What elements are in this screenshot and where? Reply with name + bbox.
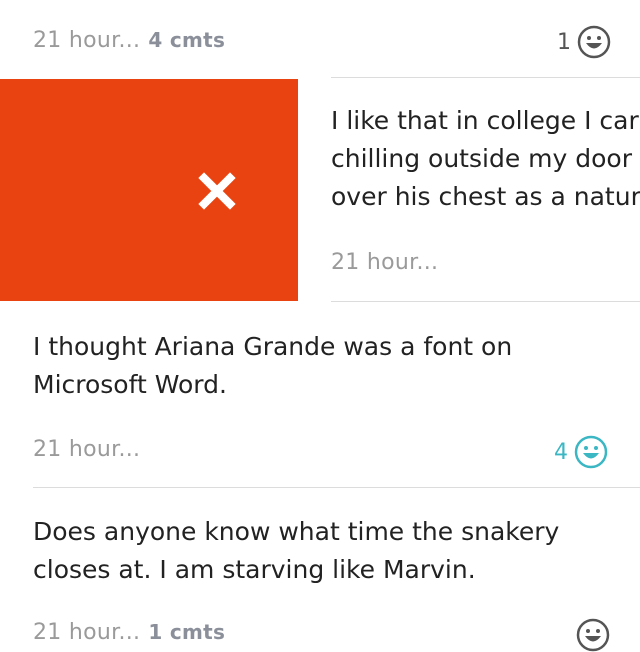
divider <box>331 301 640 302</box>
divider <box>33 487 640 488</box>
vote-button[interactable]: 1 <box>557 25 611 59</box>
vote-count: 1 <box>557 29 571 55</box>
post-line: Microsoft Word. <box>33 370 227 399</box>
post-body[interactable]: I thought Ariana Grande was a font on Mi… <box>33 328 633 404</box>
delete-swipe-panel[interactable] <box>0 79 298 301</box>
comment-count[interactable]: 1 cmts <box>148 620 225 644</box>
vote-button[interactable]: 4 <box>554 435 608 469</box>
post-time: 21 hour... <box>33 620 141 645</box>
post-line: over his chest as a natura <box>331 182 640 211</box>
post-line: closes at. I am starving like Marvin. <box>33 555 476 584</box>
comment-count[interactable]: 4 cmts <box>148 28 225 52</box>
vote-count: 4 <box>554 439 568 465</box>
post-body[interactable]: Does anyone know what time the snakery c… <box>33 513 633 589</box>
smiley-face-icon[interactable] <box>576 618 610 652</box>
swiped-post[interactable]: I like that in college I car chilling ou… <box>331 78 640 300</box>
post-meta: 21 hour... 1 cmts <box>33 620 225 645</box>
post-top-meta: 21 hour... 4 cmts <box>33 28 225 53</box>
post-body: I like that in college I car chilling ou… <box>331 102 640 216</box>
post-line: I thought Ariana Grande was a font on <box>33 332 513 361</box>
post-line: chilling outside my door <box>331 144 632 173</box>
vote-button[interactable] <box>576 618 610 652</box>
post-time: 21 hour... <box>33 437 141 462</box>
post-time: 21 hour... <box>33 28 141 53</box>
smiley-face-icon[interactable] <box>574 435 608 469</box>
post-time: 21 hour... <box>331 250 439 275</box>
post-line: I like that in college I car <box>331 106 639 135</box>
close-icon[interactable] <box>198 172 236 210</box>
smiley-face-icon[interactable] <box>577 25 611 59</box>
post-line: Does anyone know what time the snakery <box>33 517 560 546</box>
